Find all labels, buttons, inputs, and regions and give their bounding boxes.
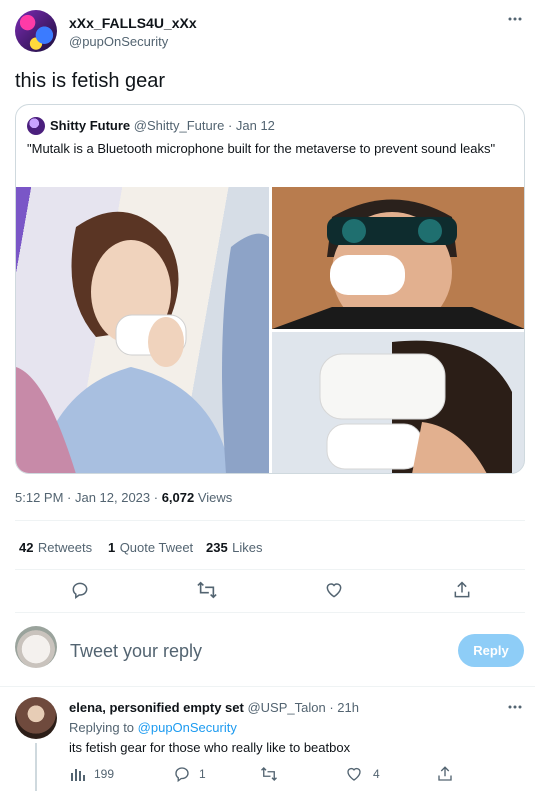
quotes-count: 1 — [108, 540, 116, 555]
retweets-count: 42 — [19, 540, 34, 555]
retweet-icon[interactable] — [196, 580, 218, 600]
views-icon — [71, 769, 85, 781]
reply-icon[interactable] — [70, 580, 90, 600]
quoted-author-name: Shitty Future — [50, 118, 131, 133]
reply-author-handle[interactable]: @USP_Talon — [247, 700, 325, 715]
quoted-date: · Jan 12 — [227, 118, 275, 133]
author-display-name[interactable]: xXx_FALLS4U_xXx — [69, 15, 197, 31]
divider — [15, 612, 525, 613]
like-icon — [347, 767, 361, 781]
views-label: Views — [194, 490, 233, 505]
likes-label: Likes — [232, 540, 263, 555]
retweets-stat[interactable]: 42 Retweets — [19, 539, 92, 557]
author-avatar[interactable] — [15, 10, 57, 52]
author-handle[interactable]: @pupOnSecurity — [69, 34, 168, 49]
views-count: 6,072 — [161, 490, 195, 505]
reply-author-avatar[interactable] — [15, 697, 57, 739]
reply-button[interactable]: Reply — [458, 634, 524, 667]
reply-retweet-action[interactable] — [260, 765, 278, 788]
reply-text: its fetish gear for those who really lik… — [69, 740, 351, 755]
quoted-tweet-text: "Mutalk is a Bluetooth microphone built … — [27, 141, 496, 156]
replying-to-prefix: Replying to — [69, 720, 138, 735]
reply-reply-action[interactable]: 1 — [173, 765, 206, 783]
divider — [0, 686, 535, 687]
divider — [15, 569, 525, 570]
quotes-label: Quote Tweet — [119, 540, 194, 555]
reply-icon — [175, 767, 189, 783]
reply-more-dots-icon[interactable] — [508, 705, 522, 709]
retweet-icon — [261, 767, 277, 781]
likes-count: 235 — [206, 540, 228, 555]
likes-stat[interactable]: 235 Likes — [206, 539, 263, 557]
reply-input[interactable]: Tweet your reply — [70, 641, 202, 662]
media-image-2[interactable] — [272, 187, 524, 329]
tweet-text: this is fetish gear — [15, 70, 166, 92]
reply-share-action[interactable] — [436, 765, 454, 788]
current-user-avatar — [15, 626, 57, 668]
reply-replies-count: 1 — [199, 767, 206, 781]
replying-to-link[interactable]: @pupOnSecurity — [138, 720, 237, 735]
retweets-label: Retweets — [37, 540, 93, 555]
reply-like-action[interactable]: 4 — [345, 765, 380, 783]
thread-line — [35, 743, 37, 791]
reply-time[interactable]: · 21h — [329, 700, 359, 715]
quote-tweets-stat[interactable]: 1 Quote Tweet — [108, 539, 193, 557]
reply-likes-count: 4 — [373, 767, 380, 781]
quoted-author-avatar — [27, 117, 45, 135]
media-image-3[interactable] — [272, 332, 524, 473]
media-image-1[interactable] — [16, 187, 269, 473]
share-icon — [438, 766, 452, 781]
quoted-tweet-card[interactable]: Shitty Future @Shitty_Future · Jan 12 "M… — [15, 104, 525, 474]
divider — [15, 520, 525, 521]
like-icon[interactable] — [324, 580, 344, 600]
tweet-timestamp[interactable]: 5:12 PM · Jan 12, 2023 · — [15, 490, 162, 505]
reply-views[interactable]: 199 — [70, 767, 114, 781]
share-icon[interactable] — [452, 580, 472, 600]
reply-views-count: 199 — [94, 767, 115, 781]
reply-author-name[interactable]: elena, personified empty set — [69, 700, 244, 715]
more-dots-icon[interactable] — [508, 17, 522, 21]
quoted-author-handle: @Shitty_Future — [133, 118, 225, 133]
